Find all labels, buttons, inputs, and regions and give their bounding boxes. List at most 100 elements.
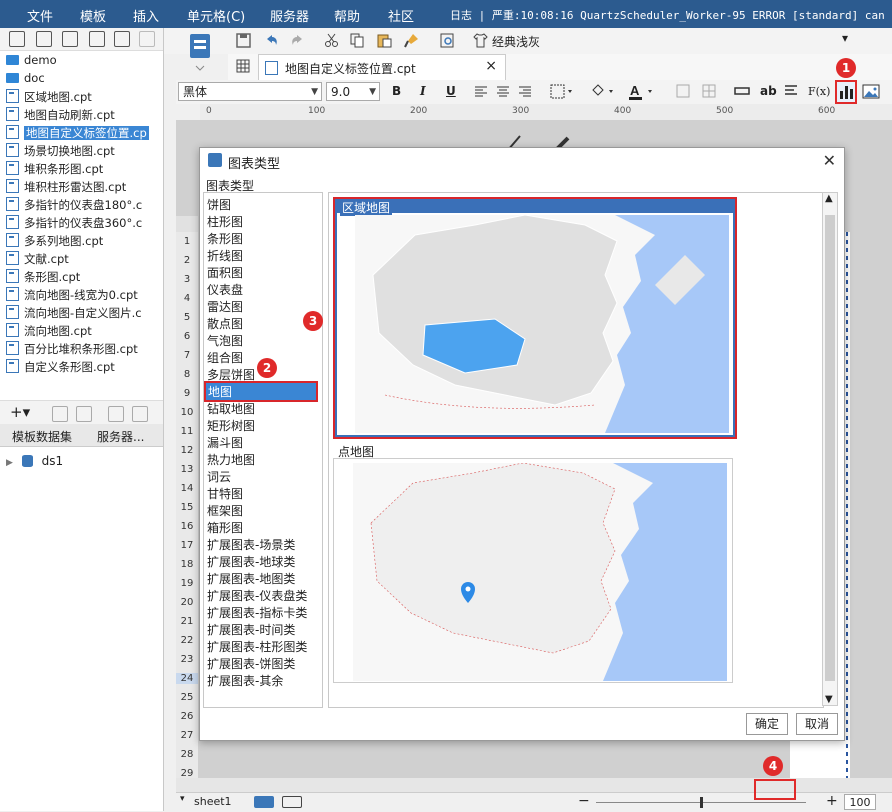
- chart-type-item[interactable]: 地图: [204, 381, 318, 402]
- chart-type-item[interactable]: 扩展图表-仪表盘类: [207, 587, 307, 604]
- file-item[interactable]: 百分比堆积条形图.cpt: [6, 341, 138, 358]
- sheet-tab-icon[interactable]: ▾: [180, 794, 185, 804]
- border-icon[interactable]: [550, 84, 574, 100]
- chart-type-item[interactable]: 饼图: [207, 196, 231, 213]
- file-item[interactable]: 堆积条形图.cpt: [6, 161, 103, 178]
- row-header[interactable]: 23: [176, 654, 198, 665]
- insert-chart-button[interactable]: [835, 80, 857, 104]
- chart-type-item[interactable]: 钻取地图: [207, 400, 255, 417]
- row-header[interactable]: 14: [176, 483, 198, 494]
- align-left-icon[interactable]: [474, 85, 488, 99]
- chart-type-item[interactable]: 箱形图: [207, 519, 243, 536]
- cancel-button[interactable]: 取消: [796, 713, 838, 735]
- chart-type-item[interactable]: 扩展图表-场景类: [207, 536, 295, 553]
- refresh-icon[interactable]: [36, 31, 52, 47]
- template-dataset-icon[interactable]: [180, 32, 220, 72]
- split-icon[interactable]: [702, 84, 716, 98]
- folder-item[interactable]: doc: [6, 71, 45, 88]
- row-header[interactable]: 21: [176, 616, 198, 627]
- menu-file[interactable]: 文件: [27, 6, 53, 25]
- chart-type-item[interactable]: 条形图: [207, 230, 243, 247]
- tab-document[interactable]: 地图自定义标签位置.cpt ×: [258, 54, 506, 80]
- file-item[interactable]: 场景切换地图.cpt: [6, 143, 115, 160]
- row-header[interactable]: 26: [176, 711, 198, 722]
- chart-type-item[interactable]: 面积图: [207, 264, 243, 281]
- font-size-select[interactable]: 9.0 ▼: [326, 82, 380, 101]
- row-header[interactable]: 15: [176, 502, 198, 513]
- add-sheet-icon[interactable]: [254, 796, 274, 808]
- underline-button[interactable]: U: [446, 84, 456, 98]
- expand-icon[interactable]: ▶: [6, 458, 13, 468]
- menu-help[interactable]: 帮助: [334, 6, 360, 25]
- file-item[interactable]: 多系列地图.cpt: [6, 233, 103, 250]
- scroll-down-icon[interactable]: ▼: [825, 694, 833, 705]
- delete-dataset-icon[interactable]: [76, 406, 92, 422]
- align-center-icon[interactable]: [496, 85, 510, 99]
- row-header[interactable]: 5: [176, 312, 198, 323]
- redo-icon[interactable]: [290, 33, 305, 48]
- point-map-option[interactable]: 点地图: [333, 443, 737, 683]
- chart-type-item[interactable]: 扩展图表-地球类: [207, 553, 295, 570]
- sheet-tab[interactable]: sheet1: [194, 795, 232, 808]
- chart-type-item[interactable]: 气泡图: [207, 332, 243, 349]
- chart-type-item[interactable]: 扩展图表-地图类: [207, 570, 295, 587]
- file-item[interactable]: 地图自动刷新.cpt: [6, 107, 115, 124]
- chart-type-item[interactable]: 柱形图: [207, 213, 243, 230]
- ok-button[interactable]: 确定: [746, 713, 788, 735]
- bold-button[interactable]: B: [392, 84, 401, 98]
- file-item[interactable]: 地图自定义标签位置.cp: [6, 125, 149, 142]
- row-header[interactable]: 11: [176, 426, 198, 437]
- chart-type-item[interactable]: 扩展图表-柱形图类: [207, 638, 307, 655]
- new-folder-icon[interactable]: [9, 31, 25, 47]
- insert-image-icon[interactable]: [862, 84, 880, 100]
- row-header[interactable]: 25: [176, 692, 198, 703]
- text-button[interactable]: ab: [760, 84, 777, 98]
- format-painter-icon[interactable]: [404, 33, 419, 48]
- close-tab-icon[interactable]: ×: [485, 58, 497, 74]
- chart-type-item[interactable]: 多层饼图: [207, 366, 255, 383]
- add-poly-sheet-icon[interactable]: [282, 796, 302, 808]
- row-header[interactable]: 27: [176, 730, 198, 741]
- chart-type-item[interactable]: 框架图: [207, 502, 243, 519]
- row-header[interactable]: 8: [176, 369, 198, 380]
- cut-icon[interactable]: [324, 33, 339, 48]
- font-color-icon[interactable]: A: [628, 83, 656, 101]
- zoom-slider-handle[interactable]: [700, 797, 703, 808]
- shirt-icon[interactable]: [473, 33, 488, 48]
- chart-type-item[interactable]: 组合图: [207, 349, 243, 366]
- edit-icon[interactable]: [52, 406, 68, 422]
- select-all-corner[interactable]: [176, 216, 198, 232]
- preview-scrollbar[interactable]: ▲ ▼: [822, 192, 838, 706]
- file-item[interactable]: 自定义条形图.cpt: [6, 359, 115, 376]
- row-header[interactable]: 7: [176, 350, 198, 361]
- chart-type-item[interactable]: 仪表盘: [207, 281, 243, 298]
- row-header[interactable]: 17: [176, 540, 198, 551]
- chart-type-item[interactable]: 甘特图: [207, 485, 243, 502]
- italic-button[interactable]: I: [420, 84, 426, 98]
- row-header[interactable]: 24: [176, 673, 198, 684]
- chart-type-item[interactable]: 扩展图表-其余: [207, 672, 283, 689]
- text-field-icon[interactable]: [734, 86, 750, 96]
- row-header[interactable]: 2: [176, 255, 198, 266]
- file-item[interactable]: 文献.cpt: [6, 251, 69, 268]
- zoom-in-button[interactable]: +: [826, 793, 838, 809]
- paragraph-icon[interactable]: [784, 84, 798, 98]
- row-header[interactable]: 28: [176, 749, 198, 760]
- theme-label[interactable]: 经典浅灰: [492, 33, 540, 50]
- tab-server-datasets[interactable]: 服务器...: [97, 428, 144, 445]
- dataset-settings-icon[interactable]: [132, 406, 148, 422]
- zoom-level[interactable]: 100: [844, 794, 876, 810]
- row-header[interactable]: 9: [176, 388, 198, 399]
- chart-type-item[interactable]: 扩展图表-饼图类: [207, 655, 295, 672]
- open-icon[interactable]: [62, 31, 78, 47]
- dataset-item[interactable]: ds1: [42, 454, 64, 468]
- paste-icon[interactable]: [377, 33, 392, 48]
- tab-template-datasets[interactable]: 模板数据集: [12, 428, 72, 445]
- row-header[interactable]: 22: [176, 635, 198, 646]
- chart-type-item[interactable]: 扩展图表-时间类: [207, 621, 295, 638]
- zoom-out-button[interactable]: −: [578, 793, 590, 809]
- row-header[interactable]: 4: [176, 293, 198, 304]
- log-message[interactable]: 日志 | 严重:10:08:16 QuartzScheduler_Worker-…: [450, 7, 892, 23]
- add-dataset-icon[interactable]: +▾: [10, 403, 30, 421]
- save-icon[interactable]: [236, 33, 251, 48]
